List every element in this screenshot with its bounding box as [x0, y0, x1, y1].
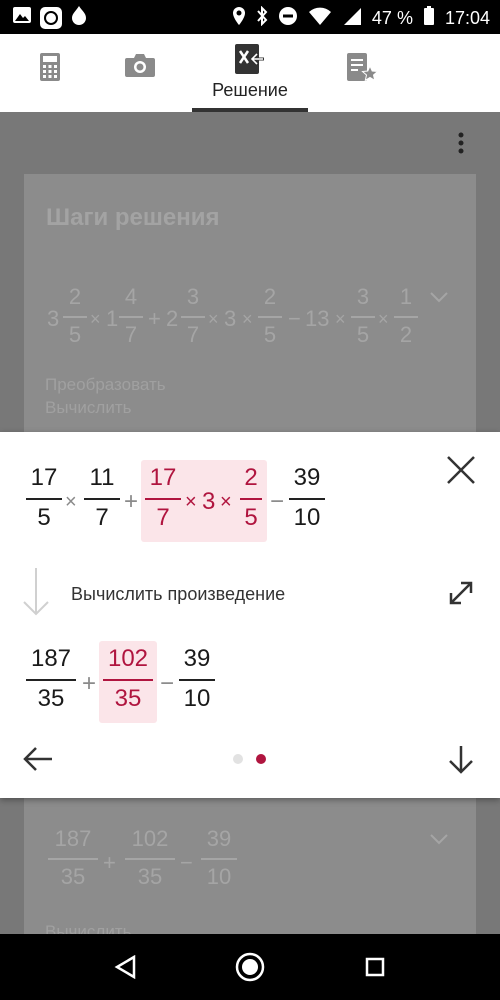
operator: × — [242, 309, 253, 329]
tab-solution[interactable]: Решение — [192, 34, 308, 112]
status-bar: 47 % 17:04 — [0, 0, 500, 34]
fraction: 47 — [118, 286, 144, 346]
operator: × — [90, 309, 101, 329]
steps-title: Шаги решения — [46, 204, 220, 231]
fraction: 187 35 — [48, 828, 98, 888]
operator: + — [103, 850, 116, 875]
location-icon — [232, 6, 246, 31]
operator: − — [270, 488, 285, 515]
tab-bar: Решение — [0, 34, 500, 113]
chevron-down-icon[interactable] — [430, 290, 448, 308]
operator: × — [335, 309, 346, 329]
operator: × — [208, 309, 219, 329]
whole-number: 13 — [305, 306, 330, 331]
clock: 17:04 — [444, 8, 490, 28]
camera-icon — [124, 52, 156, 83]
operator: × — [65, 491, 77, 513]
whole-number: 3 — [47, 306, 60, 331]
gallery-icon — [12, 6, 32, 29]
operator: + — [148, 306, 161, 331]
operator: × — [185, 491, 197, 513]
operator: − — [180, 850, 193, 875]
fraction: 37 — [180, 286, 206, 346]
fraction: 102 35 — [103, 647, 153, 711]
fraction: 102 35 — [125, 828, 175, 888]
tab-solution-label: Решение — [212, 80, 288, 100]
nav-back-icon[interactable] — [114, 954, 136, 984]
operator: × — [220, 491, 232, 513]
fraction: 12 — [393, 286, 419, 346]
calculator-icon — [39, 52, 61, 87]
step-arrow-icon — [22, 566, 50, 623]
more-vert-icon[interactable] — [454, 130, 468, 161]
signal-icon — [342, 6, 362, 31]
compute-link-cut[interactable]: Вычислить — [45, 922, 131, 934]
whole-number: 3 — [224, 306, 237, 331]
transform-link[interactable]: Преобразовать — [45, 375, 166, 395]
system-nav-bar — [0, 934, 500, 1000]
operator: + — [82, 670, 97, 697]
chevron-down-icon[interactable] — [430, 832, 448, 850]
tab-calculator[interactable] — [0, 34, 100, 112]
solution-icon — [235, 44, 265, 79]
battery-icon — [423, 6, 435, 31]
arrow-down-icon[interactable] — [447, 744, 475, 781]
bookmark-star-icon — [346, 52, 379, 87]
whole-number: 1 — [106, 306, 119, 331]
bluetooth-icon — [256, 5, 268, 31]
step-description: Вычислить произведение — [71, 584, 286, 604]
factor: 3 — [202, 488, 216, 515]
operator: × — [378, 309, 389, 329]
fraction: 25 — [62, 286, 88, 346]
tab-camera[interactable] — [90, 34, 190, 112]
operator: + — [124, 488, 139, 515]
fraction: 39 10 — [178, 647, 216, 711]
fraction: 39 10 — [200, 828, 238, 888]
nav-home-icon[interactable] — [234, 951, 266, 988]
expand-icon[interactable] — [447, 579, 475, 612]
fraction: 17 7 — [145, 466, 181, 530]
fraction: 35 — [350, 286, 376, 346]
arrow-back-icon[interactable] — [22, 745, 54, 778]
wifi-icon — [308, 6, 332, 31]
app-icon — [40, 6, 62, 29]
operator: − — [160, 670, 175, 697]
page-dot-1[interactable] — [233, 754, 243, 764]
fraction: 39 10 — [288, 466, 326, 530]
compute-link[interactable]: Вычислить — [45, 398, 131, 418]
operator: − — [288, 306, 301, 331]
nav-recents-icon[interactable] — [365, 957, 385, 982]
fraction: 17 5 — [26, 466, 62, 530]
fraction: 25 — [257, 286, 283, 346]
flame-icon — [70, 5, 88, 30]
page-dot-2-active[interactable] — [256, 754, 266, 764]
dnd-icon — [278, 6, 298, 31]
fraction: 25 — [239, 466, 263, 530]
whole-number: 2 — [166, 306, 179, 331]
battery-percent: 47 % — [371, 8, 413, 28]
fraction: 11 7 — [84, 466, 120, 530]
tab-saved[interactable] — [312, 34, 412, 112]
fraction: 187 35 — [26, 647, 76, 711]
close-icon[interactable] — [446, 455, 476, 490]
